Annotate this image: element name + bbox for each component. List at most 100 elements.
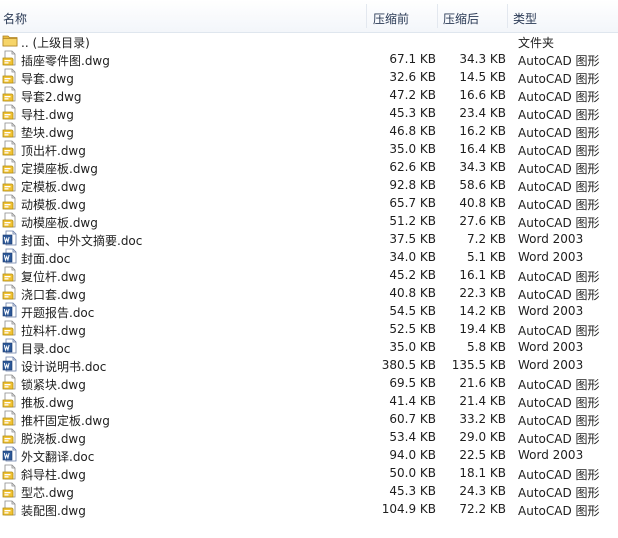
- file-row[interactable]: 目录.doc 35.0 KB 5.8 KB Word 2003: [0, 338, 618, 356]
- file-original-size: 45.3 KB: [389, 484, 436, 498]
- column-divider[interactable]: [437, 4, 438, 28]
- file-row[interactable]: 动模板.dwg 65.7 KB 40.8 KB AutoCAD 图形: [0, 194, 618, 212]
- file-original-size: 45.3 KB: [389, 106, 436, 120]
- file-row[interactable]: 拉料杆.dwg 52.5 KB 19.4 KB AutoCAD 图形: [0, 320, 618, 338]
- file-compressed-size: 58.6 KB: [459, 178, 506, 192]
- file-name: 开题报告.doc: [21, 306, 95, 320]
- dwg-file-icon: [2, 122, 18, 138]
- file-original-size: 65.7 KB: [389, 196, 436, 210]
- file-original-size: 62.6 KB: [389, 160, 436, 174]
- file-row[interactable]: 复位杆.dwg 45.2 KB 16.1 KB AutoCAD 图形: [0, 266, 618, 284]
- file-compressed-size: 22.5 KB: [459, 448, 506, 462]
- file-row[interactable]: 推杆固定板.dwg 60.7 KB 33.2 KB AutoCAD 图形: [0, 410, 618, 428]
- dwg-file-icon: [2, 320, 18, 336]
- file-row[interactable]: 封面.doc 34.0 KB 5.1 KB Word 2003: [0, 248, 618, 266]
- file-original-size: 35.0 KB: [389, 340, 436, 354]
- file-type: Word 2003: [518, 250, 584, 264]
- file-row[interactable]: 顶出杆.dwg 35.0 KB 16.4 KB AutoCAD 图形: [0, 140, 618, 158]
- file-original-size: 35.0 KB: [389, 142, 436, 156]
- file-type: AutoCAD 图形: [518, 72, 600, 86]
- file-row[interactable]: 导柱.dwg 45.3 KB 23.4 KB AutoCAD 图形: [0, 104, 618, 122]
- file-compressed-size: 23.4 KB: [459, 106, 506, 120]
- file-name: 装配图.dwg: [21, 504, 86, 518]
- file-compressed-size: 16.1 KB: [459, 268, 506, 282]
- file-row[interactable]: 锁紧块.dwg 69.5 KB 21.6 KB AutoCAD 图形: [0, 374, 618, 392]
- file-type: AutoCAD 图形: [518, 396, 600, 410]
- file-row[interactable]: 封面、中外文摘要.doc 37.5 KB 7.2 KB Word 2003: [0, 230, 618, 248]
- file-original-size: 41.4 KB: [389, 394, 436, 408]
- file-type: Word 2003: [518, 358, 584, 372]
- file-name: 斜导柱.dwg: [21, 468, 86, 482]
- file-row[interactable]: 开题报告.doc 54.5 KB 14.2 KB Word 2003: [0, 302, 618, 320]
- dwg-file-icon: [2, 68, 18, 84]
- file-row[interactable]: 垫块.dwg 46.8 KB 16.2 KB AutoCAD 图形: [0, 122, 618, 140]
- file-original-size: 34.0 KB: [389, 250, 436, 264]
- file-compressed-size: 21.4 KB: [459, 394, 506, 408]
- file-type: AutoCAD 图形: [518, 468, 600, 482]
- file-name: 插座零件图.dwg: [21, 54, 110, 68]
- dwg-file-icon: [2, 266, 18, 282]
- file-name: 封面、中外文摘要.doc: [21, 234, 143, 248]
- file-row[interactable]: 动模座板.dwg 51.2 KB 27.6 KB AutoCAD 图形: [0, 212, 618, 230]
- column-header-compressed-size[interactable]: 压缩后: [443, 10, 479, 27]
- file-type: AutoCAD 图形: [518, 198, 600, 212]
- file-type: Word 2003: [518, 232, 584, 246]
- file-row[interactable]: 斜导柱.dwg 50.0 KB 18.1 KB AutoCAD 图形: [0, 464, 618, 482]
- file-name: 顶出杆.dwg: [21, 144, 86, 158]
- file-name: 外文翻译.doc: [21, 450, 95, 464]
- file-compressed-size: 14.2 KB: [459, 304, 506, 318]
- file-name: 定摸座板.dwg: [21, 162, 98, 176]
- file-type: AutoCAD 图形: [518, 54, 600, 68]
- file-row[interactable]: 定摸座板.dwg 62.6 KB 34.3 KB AutoCAD 图形: [0, 158, 618, 176]
- file-row[interactable]: 脱浇板.dwg 53.4 KB 29.0 KB AutoCAD 图形: [0, 428, 618, 446]
- file-original-size: 52.5 KB: [389, 322, 436, 336]
- file-row[interactable]: 插座零件图.dwg 67.1 KB 34.3 KB AutoCAD 图形: [0, 50, 618, 68]
- file-row[interactable]: 推板.dwg 41.4 KB 21.4 KB AutoCAD 图形: [0, 392, 618, 410]
- file-type: AutoCAD 图形: [518, 162, 600, 176]
- column-divider[interactable]: [366, 4, 367, 28]
- file-compressed-size: 34.3 KB: [459, 160, 506, 174]
- file-type: AutoCAD 图形: [518, 144, 600, 158]
- file-row[interactable]: 型芯.dwg 45.3 KB 24.3 KB AutoCAD 图形: [0, 482, 618, 500]
- file-original-size: 51.2 KB: [389, 214, 436, 228]
- file-compressed-size: 5.8 KB: [467, 340, 506, 354]
- file-row[interactable]: 设计说明书.doc 380.5 KB 135.5 KB Word 2003: [0, 356, 618, 374]
- file-name: 动模板.dwg: [21, 198, 86, 212]
- file-row[interactable]: 导套.dwg 32.6 KB 14.5 KB AutoCAD 图形: [0, 68, 618, 86]
- file-compressed-size: 24.3 KB: [459, 484, 506, 498]
- file-compressed-size: 34.3 KB: [459, 52, 506, 66]
- file-row[interactable]: 定模板.dwg 92.8 KB 58.6 KB AutoCAD 图形: [0, 176, 618, 194]
- file-name: 导套.dwg: [21, 72, 74, 86]
- file-name: 脱浇板.dwg: [21, 432, 86, 446]
- file-name: 设计说明书.doc: [21, 360, 107, 374]
- file-type: AutoCAD 图形: [518, 432, 600, 446]
- column-header-type[interactable]: 类型: [513, 10, 537, 27]
- dwg-file-icon: [2, 194, 18, 210]
- file-name: 定模板.dwg: [21, 180, 86, 194]
- file-row[interactable]: 外文翻译.doc 94.0 KB 22.5 KB Word 2003: [0, 446, 618, 464]
- column-header-name[interactable]: 名称: [3, 10, 27, 27]
- file-original-size: 67.1 KB: [389, 52, 436, 66]
- file-compressed-size: 29.0 KB: [459, 430, 506, 444]
- file-row[interactable]: .. (上级目录) 文件夹: [0, 32, 618, 50]
- dwg-file-icon: [2, 428, 18, 444]
- file-compressed-size: 5.1 KB: [467, 250, 506, 264]
- file-row[interactable]: 浇口套.dwg 40.8 KB 22.3 KB AutoCAD 图形: [0, 284, 618, 302]
- file-compressed-size: 18.1 KB: [459, 466, 506, 480]
- file-name: 浇口套.dwg: [21, 288, 86, 302]
- file-name: 导套2.dwg: [21, 90, 82, 104]
- dwg-file-icon: [2, 140, 18, 156]
- file-original-size: 94.0 KB: [389, 448, 436, 462]
- file-compressed-size: 72.2 KB: [459, 502, 506, 516]
- column-header-original-size[interactable]: 压缩前: [373, 10, 409, 27]
- file-compressed-size: 21.6 KB: [459, 376, 506, 390]
- doc-file-icon: [2, 356, 18, 372]
- file-row[interactable]: 导套2.dwg 47.2 KB 16.6 KB AutoCAD 图形: [0, 86, 618, 104]
- file-row[interactable]: 装配图.dwg 104.9 KB 72.2 KB AutoCAD 图形: [0, 500, 618, 518]
- file-original-size: 104.9 KB: [381, 502, 436, 516]
- file-name: 复位杆.dwg: [21, 270, 86, 284]
- file-type: Word 2003: [518, 448, 584, 462]
- column-divider[interactable]: [507, 4, 508, 28]
- dwg-file-icon: [2, 500, 18, 516]
- file-type: AutoCAD 图形: [518, 180, 600, 194]
